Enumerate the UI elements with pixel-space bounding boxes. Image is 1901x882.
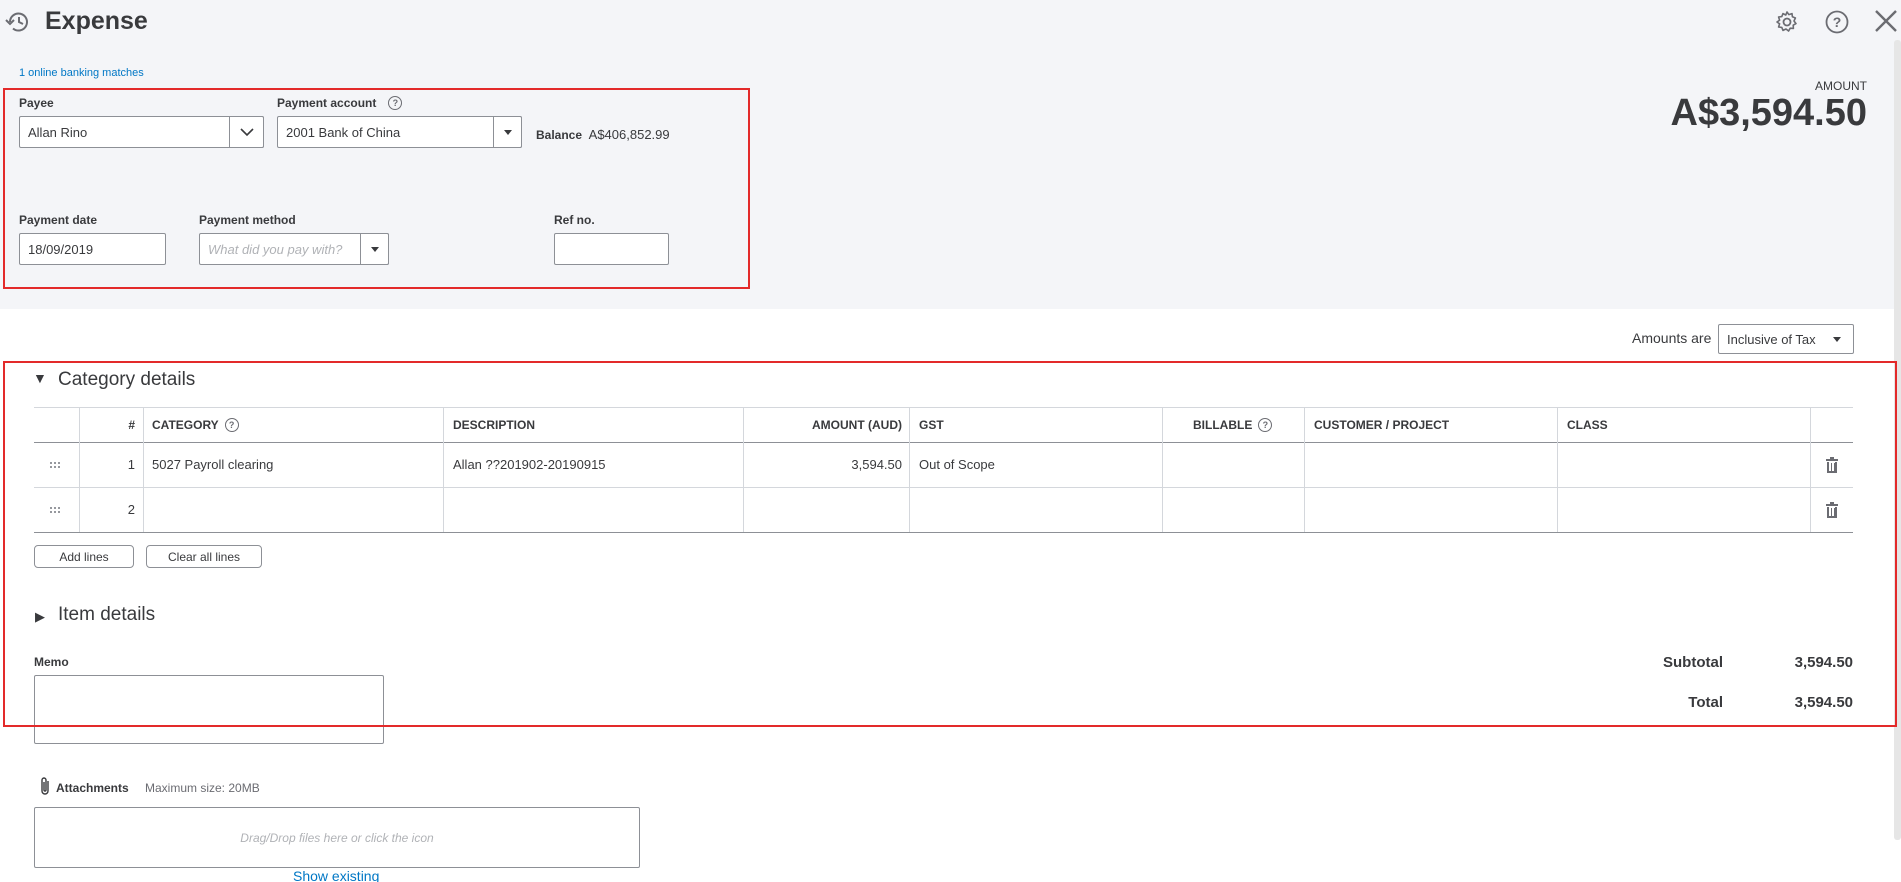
expense-form: Expense ? 1 online banking matches Payee…: [0, 0, 1901, 882]
dropzone-hint: Drag/Drop files here or click the icon: [240, 830, 434, 845]
amounts-are-label: Amounts are: [1632, 330, 1712, 346]
show-existing-link[interactable]: Show existing: [293, 868, 379, 882]
close-icon[interactable]: [1874, 9, 1898, 33]
amounts-are-value: Inclusive of Tax: [1727, 331, 1816, 347]
attachments-dropzone[interactable]: Drag/Drop files here or click the icon: [34, 807, 640, 868]
paperclip-icon[interactable]: [38, 776, 52, 796]
attachments-max-size: Maximum size: 20MB: [145, 781, 260, 795]
gear-icon[interactable]: [1775, 10, 1799, 34]
caret-down-icon: [1833, 337, 1841, 342]
annotation-box-header-fields: [3, 88, 750, 289]
amount-total: A$3,594.50: [1670, 92, 1868, 134]
help-icon[interactable]: ?: [1825, 10, 1849, 34]
amount-label: AMOUNT: [1815, 79, 1867, 93]
amounts-are-select[interactable]: Inclusive of Tax: [1718, 324, 1854, 354]
recent-transactions-icon[interactable]: [5, 9, 33, 35]
online-banking-matches-link[interactable]: 1 online banking matches: [19, 67, 144, 79]
annotation-box-category-details: [3, 361, 1897, 727]
svg-text:?: ?: [1833, 14, 1842, 30]
attachments-label: Attachments: [56, 781, 129, 795]
page-title: Expense: [45, 7, 148, 35]
